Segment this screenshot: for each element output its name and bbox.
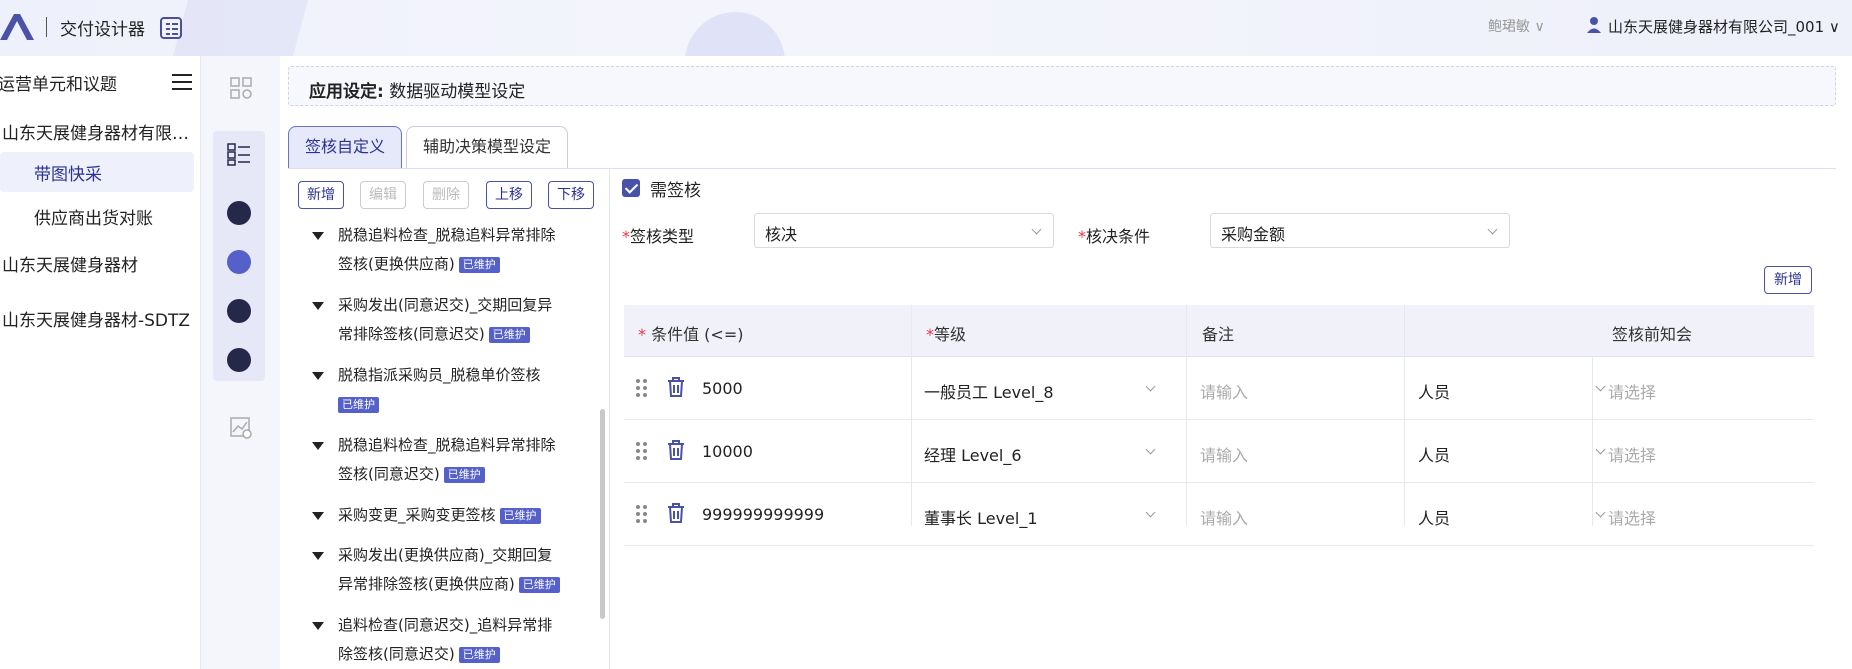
condition-select[interactable]: 采购金额 [1210,213,1510,248]
condition-value-input[interactable]: 5000 [702,379,743,398]
tree-edit-button[interactable]: 编辑 [360,181,406,209]
drag-handle-icon[interactable] [636,379,648,397]
layers-icon[interactable] [227,201,251,225]
drag-handle-icon[interactable] [636,442,648,460]
main-panel: 应用设定: 数据驱动模型设定 签核自定义 辅助决策模型设定 新增 编辑 删除 上… [280,56,1852,669]
notice-person-select[interactable]: 请选择 [1608,379,1656,403]
chevron-down-icon [1145,444,1156,455]
level-select[interactable]: 董事长 Level_1 [924,505,1038,529]
header-notice: 签核前知会 [1612,325,1693,344]
column-divider [1186,305,1187,526]
sign-tree-pane: 新增 编辑 删除 上移 下移 脱稳追料检查_脱稳追料异常排除 签核(更换供应商) 已… [288,169,610,669]
chevron-down-icon [1031,224,1042,235]
notice-person-select[interactable]: 请选择 [1608,442,1656,466]
nav-item-supplier-reconcile[interactable]: 供应商出货对账 [34,204,153,229]
left-navigation: 运营单元和议题 山东天展健身器材有限… 带图快采 供应商出货对账 山东天展健身器… [0,56,200,669]
notice-type-select[interactable]: 人员 [1418,505,1450,529]
nav-item-company-1[interactable]: 山东天展健身器材有限… [2,119,189,144]
nav-item-quick-purchase[interactable]: 带图快采 [34,160,102,185]
header-remark: 备注 [1202,325,1235,344]
notice-type-select[interactable]: 人员 [1418,379,1450,403]
tab-sign-custom[interactable]: 签核自定义 [288,126,403,168]
trash-icon[interactable] [666,439,686,461]
tree-up-button[interactable]: 上移 [486,181,532,209]
trash-icon[interactable] [666,376,686,398]
table-row: 999999999999 董事长 Level_1 请输入 人员 请选择 [624,483,1814,546]
need-sign-checkbox[interactable] [622,179,640,197]
trash-icon[interactable] [666,502,686,524]
tree-scrollbar[interactable] [600,409,605,619]
top-header: 交付设计器 鲍珺敏 ∨ 山东天展健身器材有限公司_001 ∨ [0,0,1852,112]
add-row-button[interactable]: 新增 [1764,266,1812,294]
caret-down-icon[interactable] [312,302,324,310]
sign-type-label: *签核类型 [622,227,695,246]
chevron-down-icon [1145,507,1156,518]
level-select[interactable]: 经理 Level_6 [924,442,1022,466]
column-divider [911,305,912,526]
caret-down-icon[interactable] [312,622,324,630]
nav-item-company-2[interactable]: 山东天展健身器材 [2,251,138,276]
caret-down-icon[interactable] [312,442,324,450]
notice-person-select[interactable]: 请选择 [1608,505,1656,529]
status-badge: 已维护 [488,326,530,343]
user-name-dropdown[interactable]: 鲍珺敏 ∨ [1488,16,1545,36]
grid-icon[interactable] [229,76,253,100]
table-header: * 条件值 (<=) *等级 备注 签核前知会 [624,305,1814,357]
icon-rail [200,56,280,669]
chart-settings-icon[interactable] [229,416,253,440]
chevron-down-icon [1595,381,1606,392]
chevron-down-icon [1145,381,1156,392]
status-badge: 已维护 [338,396,379,413]
caret-down-icon[interactable] [312,552,324,560]
caret-down-icon[interactable] [312,512,324,520]
level-select[interactable]: 一般员工 Level_8 [924,379,1054,403]
tree-delete-button[interactable]: 删除 [423,181,469,209]
company-dropdown[interactable]: 山东天展健身器材有限公司_001 ∨ [1608,16,1840,37]
page-title: 应用设定: 数据驱动模型设定 [309,82,526,102]
tree-add-button[interactable]: 新增 [298,181,344,209]
tree-down-button[interactable]: 下移 [548,181,594,209]
header-condition: * 条件值 (<=) [638,325,744,344]
caret-down-icon[interactable] [312,232,324,240]
sidebar-toggle-icon[interactable] [160,17,182,39]
check-circle-icon[interactable] [227,299,251,323]
condition-label: *核决条件 [1078,227,1151,246]
status-badge: 已维护 [458,646,500,663]
logo-separator [46,17,47,37]
remark-input[interactable]: 请输入 [1200,505,1248,529]
trend-icon[interactable] [227,250,251,274]
breadcrumb: 应用设定: 数据驱动模型设定 [288,66,1836,106]
drag-handle-icon[interactable] [636,505,648,523]
condition-value-input[interactable]: 999999999999 [702,505,824,524]
header-level: *等级 [926,325,967,344]
tab-decision-model[interactable]: 辅助决策模型设定 [406,126,569,168]
remark-input[interactable]: 请输入 [1200,442,1248,466]
sign-level-table: * 条件值 (<=) *等级 备注 签核前知会 5000 一般员工 Level_… [624,305,1814,555]
status-badge: 已维护 [443,466,485,483]
condition-value-input[interactable]: 10000 [702,442,753,461]
remark-input[interactable]: 请输入 [1200,379,1248,403]
app-title: 交付设计器 [60,20,145,40]
status-badge: 已维护 [499,507,541,524]
list-circle-icon[interactable] [227,348,251,372]
table-row: 10000 经理 Level_6 请输入 人员 请选择 [624,420,1814,483]
user-icon [1587,17,1601,33]
need-sign-label: 需签核 [650,181,701,201]
chevron-down-icon [1487,224,1498,235]
app-logo-icon [0,14,34,40]
column-divider [1592,357,1593,526]
nav-title: 运营单元和议题 [0,75,117,95]
chevron-down-icon [1595,444,1606,455]
status-badge: 已维护 [458,256,500,273]
checklist-icon[interactable] [227,142,251,166]
sign-type-select[interactable]: 核决 [754,213,1054,248]
status-badge: 已维护 [518,576,560,593]
column-divider [1404,305,1405,526]
caret-down-icon[interactable] [312,372,324,380]
nav-item-company-sdtz[interactable]: 山东天展健身器材-SDTZ [2,306,190,331]
table-row: 5000 一般员工 Level_8 请输入 人员 请选择 [624,357,1814,420]
chevron-down-icon [1595,507,1606,518]
notice-type-select[interactable]: 人员 [1418,442,1450,466]
menu-icon[interactable] [172,74,192,90]
